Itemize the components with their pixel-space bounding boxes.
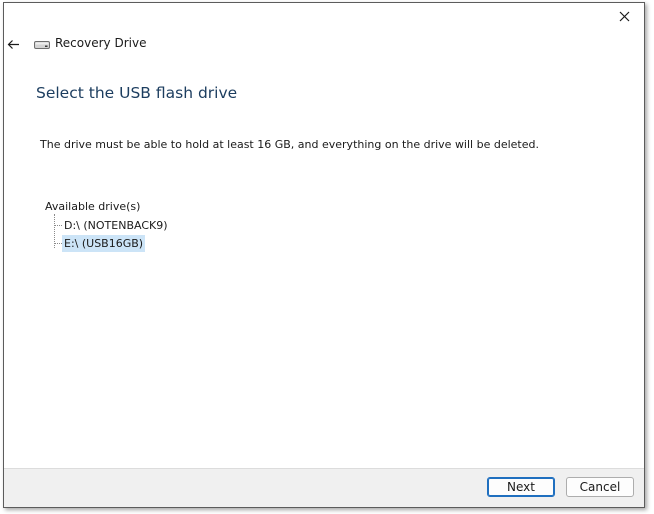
button-bar: Next Cancel xyxy=(4,468,644,507)
drive-item-d[interactable]: D:\ (NOTENBACK9) xyxy=(62,217,170,234)
drive-item-e[interactable]: E:\ (USB16GB) xyxy=(62,235,146,252)
drive-tree-root-label: Available drive(s) xyxy=(45,200,141,213)
close-button[interactable] xyxy=(610,5,638,27)
page-description: The drive must be able to hold at least … xyxy=(40,138,539,151)
recovery-drive-window: Recovery Drive Select the USB flash driv… xyxy=(3,2,645,508)
next-button[interactable]: Next xyxy=(487,477,555,497)
drive-icon xyxy=(34,41,50,49)
tree-connector-line xyxy=(54,225,62,226)
page-heading: Select the USB flash drive xyxy=(36,84,238,102)
window-title: Recovery Drive xyxy=(55,36,147,50)
title-bar: Recovery Drive xyxy=(4,31,644,57)
close-icon xyxy=(619,11,629,21)
cancel-button[interactable]: Cancel xyxy=(566,477,634,497)
back-arrow-icon xyxy=(7,39,19,49)
tree-connector-line xyxy=(54,243,62,244)
back-button[interactable] xyxy=(4,35,22,53)
